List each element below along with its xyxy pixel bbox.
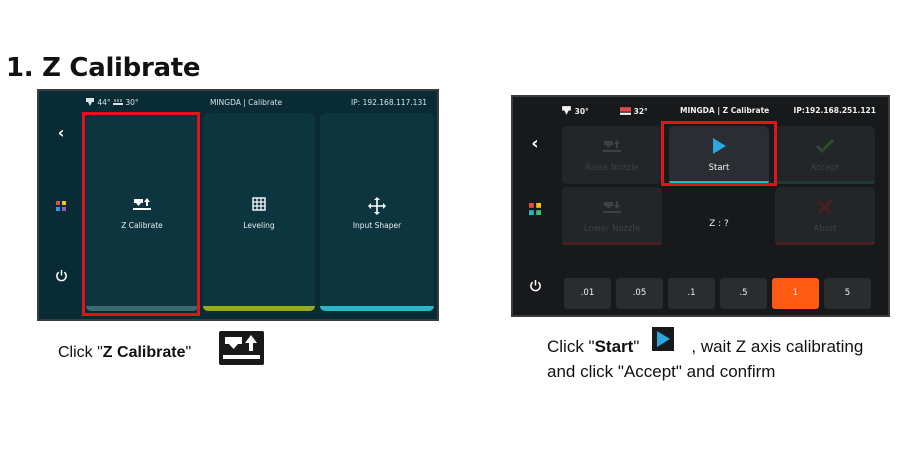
bed-temp-group: 32° [620, 106, 648, 116]
z-calibrate-screen: 30° 32° MINGDA | Z Calibrate IP:192.168.… [511, 95, 890, 317]
z-calibrate-icon [219, 331, 264, 365]
input-shaper-label: Input Shaper [352, 221, 402, 230]
step-button[interactable]: .01 [564, 278, 611, 309]
accept-underline [775, 181, 875, 184]
bed-icon [620, 107, 631, 115]
ip-address: IP:192.168.251.121 [793, 106, 876, 115]
abort-underline [775, 242, 875, 245]
move-arrows-icon [320, 197, 434, 219]
caption-z-calibrate: Click "Z Calibrate" [58, 344, 191, 362]
nozzle-icon [86, 98, 94, 106]
play-icon [652, 327, 674, 351]
accept-button[interactable]: Accept [775, 126, 875, 184]
play-icon [669, 138, 769, 158]
back-icon[interactable]: ‹ [39, 123, 83, 142]
grid-icon [203, 197, 315, 215]
section-heading: 1. Z Calibrate [6, 53, 201, 83]
start-button[interactable]: Start [669, 126, 769, 184]
start-underline [669, 181, 769, 184]
lower-nozzle-label: Lower Nozzle [583, 224, 641, 234]
check-icon [775, 138, 875, 157]
caption-text: " [185, 344, 192, 361]
nozzle-icon [562, 106, 571, 115]
status-bar: 30° 32° MINGDA | Z Calibrate IP:192.168.… [513, 97, 888, 123]
nozzle-temp-group: 44° [85, 98, 111, 107]
caption-line2: and click "Accept" and confirm [547, 362, 776, 381]
card-bar [320, 306, 434, 311]
abort-label: Abort [813, 224, 837, 234]
abort-button[interactable]: Abort [775, 187, 875, 245]
lower-nozzle-icon [562, 199, 662, 218]
input-shaper-card[interactable]: Input Shaper [320, 113, 434, 311]
screen-title: MINGDA | Calibrate [210, 98, 283, 107]
step-button-selected[interactable]: 1 [772, 278, 819, 309]
start-label: Start [708, 163, 730, 173]
nozzle-temp-group: 30° [561, 106, 589, 116]
nozzle-temp: 44° [97, 98, 111, 107]
calibrate-menu-screen: 44° 30° MINGDA | Calibrate IP: 192.168.1… [37, 89, 439, 321]
back-icon[interactable]: ‹ [513, 133, 557, 154]
lower-underline [562, 242, 662, 245]
apps-icon[interactable] [513, 203, 557, 219]
z-calibrate-card[interactable]: Z Calibrate [86, 113, 198, 311]
caption-text: Click " [58, 344, 103, 361]
abort-x-icon [775, 199, 875, 218]
card-bar [203, 306, 315, 311]
raise-nozzle-button[interactable]: Raise Nozzle [562, 126, 662, 184]
caption-bold: Start [594, 337, 634, 356]
step-button[interactable]: .1 [668, 278, 715, 309]
power-icon[interactable] [39, 269, 83, 286]
bed-temp: 32° [633, 107, 648, 116]
side-nav: ‹ [39, 113, 83, 319]
step-button[interactable]: .5 [720, 278, 767, 309]
lower-nozzle-button[interactable]: Lower Nozzle [562, 187, 662, 245]
leveling-card[interactable]: Leveling [203, 113, 315, 311]
bed-temp-group: 30° [113, 98, 139, 107]
step-button[interactable]: .05 [616, 278, 663, 309]
nozzle-temp: 30° [574, 107, 589, 116]
power-icon[interactable] [513, 279, 557, 296]
caption-start: Click "Start" , wait Z axis calibrating a… [547, 334, 863, 384]
step-button[interactable]: 5 [824, 278, 871, 309]
caption-text: " [633, 337, 640, 356]
leveling-label: Leveling [243, 221, 275, 230]
accept-label: Accept [810, 163, 840, 173]
z-readout: Z : ? [709, 219, 729, 229]
caption-bold: Z Calibrate [102, 344, 186, 361]
caption-text: , wait Z axis calibrating [691, 337, 864, 356]
apps-icon[interactable] [39, 199, 83, 215]
bed-icon [113, 99, 123, 105]
raise-nozzle-icon [562, 138, 662, 157]
status-bar: 44° 30° MINGDA | Calibrate IP: 192.168.1… [39, 91, 437, 113]
z-calibrate-icon [86, 197, 198, 215]
card-bar [86, 306, 198, 311]
ip-address: IP: 192.168.117.131 [350, 98, 427, 107]
z-calibrate-label: Z Calibrate [121, 221, 163, 230]
bed-temp: 30° [125, 98, 139, 107]
caption-text: Click " [547, 337, 595, 356]
screen-title: MINGDA | Z Calibrate [680, 106, 770, 115]
raise-nozzle-label: Raise Nozzle [585, 163, 639, 173]
